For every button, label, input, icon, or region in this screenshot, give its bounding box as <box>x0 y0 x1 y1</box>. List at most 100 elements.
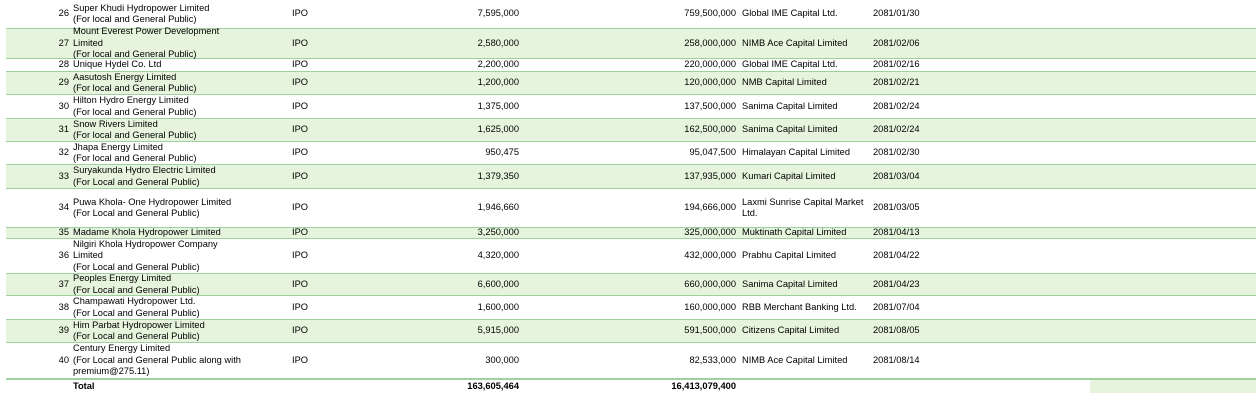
issue-manager: Sanima Capital Limited <box>742 100 838 111</box>
company-name-line: (For local and General Public) <box>73 130 197 140</box>
amount: 82,533,000 <box>689 354 736 365</box>
serial-number: 36 <box>58 250 69 261</box>
issue-type: IPO <box>292 325 309 336</box>
company-name-line: (For Local and General Public) <box>73 284 200 295</box>
approval-date: 2081/04/23 <box>873 278 920 289</box>
company-name-line: Jhapa Energy Limited <box>73 141 163 152</box>
units: 2,200,000 <box>477 59 519 70</box>
company-name-line: Nilgiri Khola Hydropower Company <box>73 238 218 249</box>
company-name: Jhapa Energy Limited (For local and Gener… <box>73 142 278 164</box>
company-name: Mount Everest Power Development Limited (F… <box>73 26 278 59</box>
units: 1,200,000 <box>477 77 519 88</box>
company-name: Suryakunda Hydro Electric Limited (For Lo… <box>73 165 278 188</box>
serial-number: 35 <box>58 227 69 238</box>
issue-manager: Laxmi Sunrise Capital Market Ltd. <box>742 196 864 219</box>
issue-manager: Global IME Capital Ltd. <box>742 59 838 70</box>
issue-type: IPO <box>292 77 309 88</box>
table-row: 34 Puwa Khola- One Hydropower Limited (For… <box>6 189 1256 228</box>
serial-number: 26 <box>58 8 69 19</box>
table-row: 39 Him Parbat Hydropower Limited (For Loca… <box>6 320 1256 343</box>
company-name-line: Century Energy Limited <box>73 343 171 354</box>
units: 950,475 <box>485 147 519 158</box>
company-name-line: Madame Khola Hydropower Limited <box>73 227 221 238</box>
company-name-line: (For local and General Public) <box>73 83 197 93</box>
company-name-line: Hilton Hydro Energy Limited <box>73 95 189 105</box>
company-name: Puwa Khola- One Hydropower Limited (For L… <box>73 189 278 227</box>
amount: 432,000,000 <box>684 250 736 261</box>
total-label: Total <box>73 380 95 391</box>
company-name: Snow Rivers Limited (For local and Genera… <box>73 119 278 141</box>
company-name-line: premium@275.11) <box>73 366 150 377</box>
company-name-line: Puwa Khola- One Hydropower Limited <box>73 196 232 207</box>
issue-manager: NIMB Ace Capital Limited <box>742 37 848 48</box>
table-row: 28 Unique Hydel Co. Ltd IPO 2,200,000 220,00… <box>6 59 1256 72</box>
units: 1,946,660 <box>477 202 519 213</box>
company-name-line: Unique Hydel Co. Ltd <box>73 59 162 70</box>
table-row: 30 Hilton Hydro Energy Limited (For local … <box>6 95 1256 119</box>
issue-type: IPO <box>292 227 309 238</box>
company-name-line: (For local and General Public) <box>73 153 197 163</box>
approval-date: 2081/02/24 <box>873 124 920 135</box>
issue-manager: Sanima Capital Limited <box>742 278 838 289</box>
issue-manager: Muktinath Capital Limited <box>742 227 847 238</box>
company-name-line: Suryakunda Hydro Electric Limited <box>73 165 216 175</box>
company-name-line: (For Local and General Public) <box>73 261 200 272</box>
approval-date: 2081/04/13 <box>873 227 920 238</box>
units: 1,379,350 <box>477 170 519 181</box>
company-name-line: (For Local and General Public) <box>73 176 200 187</box>
serial-number: 31 <box>58 124 69 135</box>
company-name-line: (For local and General Public) <box>73 106 197 117</box>
approval-date: 2081/07/04 <box>873 301 920 312</box>
company-name: Century Energy Limited (For Local and Gen… <box>73 343 278 378</box>
table-row: 29 Aasutosh Energy Limited (For local and … <box>6 72 1256 95</box>
company-name-line: Champawati Hydropower Ltd. <box>73 296 196 306</box>
serial-number: 34 <box>58 202 69 213</box>
approval-date: 2081/03/05 <box>873 202 920 213</box>
company-name-line: Aasutosh Energy Limited <box>73 71 177 82</box>
issue-type: IPO <box>292 100 309 111</box>
table-row: 31 Snow Rivers Limited (For local and Gene… <box>6 119 1256 142</box>
company-name-line: Super Khudi Hydropower Limited <box>73 2 210 13</box>
amount: 660,000,000 <box>684 278 736 289</box>
company-name-line: Mount Everest Power Development <box>73 26 220 37</box>
units: 300,000 <box>485 354 519 365</box>
serial-number: 30 <box>58 100 69 111</box>
company-name: Peoples Energy Limited (For Local and Gen… <box>73 273 278 295</box>
issue-manager: NIMB Ace Capital Limited <box>742 354 848 365</box>
company-name: Champawati Hydropower Ltd. (For Local and… <box>73 296 278 319</box>
issue-type: IPO <box>292 37 309 48</box>
table-row: 32 Jhapa Energy Limited (For local and Gen… <box>6 142 1256 165</box>
approval-date: 2081/02/16 <box>873 59 920 70</box>
approval-date: 2081/01/30 <box>873 8 920 19</box>
issue-type: IPO <box>292 8 309 19</box>
amount: 120,000,000 <box>684 77 736 88</box>
table-row: 27 Mount Everest Power Development Limited… <box>6 26 1256 59</box>
table-row: 33 Suryakunda Hydro Electric Limited (For … <box>6 165 1256 189</box>
total-fill <box>1090 380 1256 393</box>
table-row: 36 Nilgiri Khola Hydropower Company Limite… <box>6 239 1256 274</box>
issue-manager: NMB Capital Limited <box>742 77 827 88</box>
serial-number: 33 <box>58 170 69 181</box>
units: 6,600,000 <box>477 278 519 289</box>
company-name-line: (For Local and General Public along with <box>73 354 241 365</box>
issue-type: IPO <box>292 278 309 289</box>
amount: 137,935,000 <box>684 170 736 181</box>
company-name-line: Limited <box>73 37 103 48</box>
issue-type: IPO <box>292 354 309 365</box>
serial-number: 28 <box>58 59 69 70</box>
serial-number: 39 <box>58 325 69 336</box>
issue-type: IPO <box>292 59 309 70</box>
issue-type: IPO <box>292 124 309 135</box>
units: 2,580,000 <box>477 37 519 48</box>
total-amount: 16,413,079,400 <box>671 380 736 391</box>
amount: 220,000,000 <box>684 59 736 70</box>
units: 7,595,000 <box>477 8 519 19</box>
issue-manager: Kumari Capital Limited <box>742 170 836 181</box>
company-name-line: Snow Rivers Limited <box>73 118 158 129</box>
approval-date: 2081/02/21 <box>873 77 920 88</box>
table-row: 35 Madame Khola Hydropower Limited IPO 3,25… <box>6 227 1256 239</box>
serial-number: 27 <box>58 37 69 48</box>
company-name: Him Parbat Hydropower Limited (For Local … <box>73 320 278 342</box>
company-name-line: (For local and General Public) <box>73 14 197 24</box>
company-name-line: Limited <box>73 250 103 261</box>
